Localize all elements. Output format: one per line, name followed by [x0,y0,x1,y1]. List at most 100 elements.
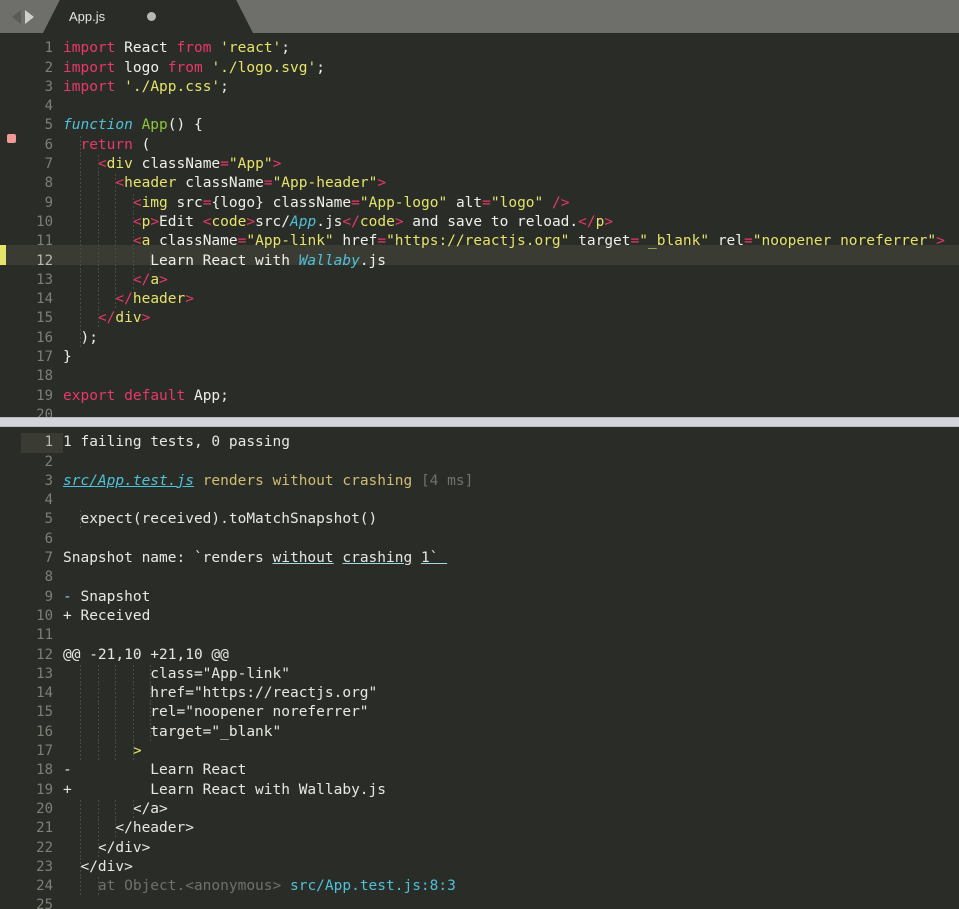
test-output-panel[interactable]: 11 failing tests, 0 passing 2 3 src/App.tes… [0,427,959,909]
line-content[interactable]: </div> [63,857,959,878]
line-content[interactable]: </div> [63,838,959,858]
indent-guide [80,212,82,233]
line-content[interactable]: </div> [63,309,959,329]
line-content[interactable]: <a className="App-link" href="https://re… [63,232,959,252]
code-token: = [263,175,273,192]
line-content[interactable]: import React from 'react'; [63,39,959,58]
line-number: 15 [36,310,53,327]
code-token: /> [552,194,570,211]
line-content[interactable]: <p>Edit <code>src/App.js</code> and save… [63,212,959,233]
line-content[interactable]: </header> [63,290,959,310]
line-content[interactable]: class="App-link" [63,664,959,685]
line-content[interactable]: src/App.test.js renders without crashing… [63,472,959,491]
line-content[interactable]: @@ -21,10 +21,10 @@ [63,646,959,665]
line-content[interactable]: target="_blank" [63,722,959,743]
code-token: default [124,387,186,404]
code-line[interactable]: 7 Snapshot name: `renders without crashin… [0,543,959,566]
editor-tab-app-js[interactable]: App.js [43,0,253,33]
line-number: 13 [36,665,53,682]
code-line[interactable]: 12 @@ -21,10 +21,10 @@ [0,639,959,663]
panel-splitter[interactable] [0,417,959,427]
line-content[interactable]: <div className="App"> [63,155,959,175]
output-code-lines[interactable]: 11 failing tests, 0 passing 2 3 src/App.tes… [0,427,959,909]
tab-modified-dot-icon[interactable] [147,12,157,21]
code-editor-panel[interactable]: 1 import React from 'react'; 2 import logo … [0,33,959,417]
code-line[interactable]: 3 src/App.test.js renders without crashin… [0,466,959,489]
line-content[interactable]: </a> [63,799,959,820]
code-token: div [115,310,142,327]
gutter-marker-slot [0,485,21,504]
line-content[interactable]: rel="noopener noreferrer" [63,703,959,723]
gutter-marker-slot [0,265,21,284]
indent-guide [97,877,99,897]
code-token: renders without crashing [202,472,413,489]
line-content[interactable]: > [63,742,959,762]
line-number: 14 [36,685,53,702]
indent-guide [80,877,82,897]
line-content[interactable]: + Learn React with Wallaby.js [63,781,959,800]
line-content[interactable]: at Object.<anonymous> src/App.test.js:8:… [63,877,959,897]
indent-guide [80,328,82,349]
line-number: 25 [36,897,53,909]
line-content[interactable]: ); [63,328,959,349]
tab-label: App.js [69,9,106,24]
code-token: "_blank" [639,233,710,250]
code-token: './App.css' [124,78,221,95]
code-token: > [132,743,142,760]
code-token: > [377,175,387,192]
line-content[interactable]: <img src={logo} className="App-logo" alt… [63,193,959,213]
line-content[interactable]: + Received [63,607,959,626]
indent-guide [115,664,117,685]
line-content[interactable]: <header className="App-header"> [63,174,959,194]
indent-guide [97,684,99,704]
line-number: 1 [21,433,63,453]
code-token: </header> [63,820,194,837]
triangle-right-icon[interactable] [25,9,34,24]
line-content[interactable]: 1 failing tests, 0 passing [63,433,959,452]
line-content[interactable]: href="https://reactjs.org" [63,684,959,704]
line-number: 10 [36,607,53,624]
line-content[interactable]: function App() { [63,116,959,135]
indent-guide [80,838,82,858]
code-token: > [141,310,151,327]
code-line[interactable]: 9- Snapshot [0,581,959,605]
code-line[interactable]: 11 failing tests, 0 passing [0,427,959,453]
line-content[interactable]: </header> [63,819,959,839]
triangle-left-icon[interactable] [12,9,21,24]
line-number: 19 [36,781,53,798]
line-content[interactable]: } [63,348,959,367]
line-content[interactable]: - Learn React [63,761,959,780]
indent-guide [115,174,117,194]
code-token: "https://reactjs.org" [386,233,570,250]
line-content[interactable]: return ( [63,135,959,156]
code-token: </ [97,310,116,327]
editor-code-lines[interactable]: 1 import React from 'react'; 2 import logo … [0,33,959,417]
code-line[interactable]: 5 function App() { [0,110,959,133]
line-content[interactable]: import './App.css'; [63,78,959,97]
code-token: .js [316,213,343,230]
code-line[interactable]: 1 import React from 'react'; [0,33,959,56]
line-number: 10 [36,213,53,230]
line-content[interactable]: import logo from './logo.svg'; [63,59,959,78]
line-content[interactable]: export default App; [63,387,959,406]
code-token: className [272,194,352,211]
indent-guide [97,251,99,271]
line-content[interactable]: Snapshot name: `renders without crashing… [63,549,959,568]
code-token: </ [132,271,151,288]
code-token: = [744,233,753,250]
line-content[interactable]: </a> [63,270,959,291]
line-content[interactable]: Learn React with Wallaby.js [63,251,959,271]
code-token: ; [316,59,325,76]
code-line[interactable]: 19 export default App; [0,380,959,404]
code-line[interactable]: 5 expect(received).toMatchSnapshot() [0,504,959,530]
indent-guide [80,664,82,685]
indent-guide [132,664,134,685]
line-content[interactable]: expect(received).toMatchSnapshot() [63,510,959,530]
line-content[interactable]: - Snapshot [63,588,959,607]
code-token: a [150,271,160,288]
